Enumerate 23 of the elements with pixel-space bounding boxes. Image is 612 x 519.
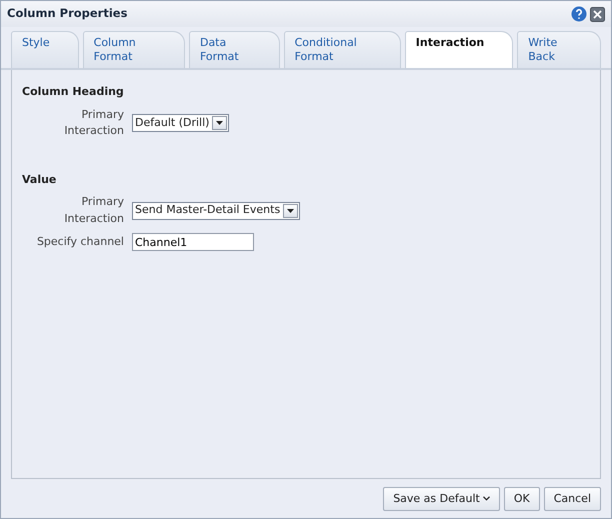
window-title: Column Properties — [7, 5, 128, 22]
caret-icon — [216, 121, 224, 125]
section-heading: Value — [22, 172, 58, 188]
menu-button[interactable]: Save as Default — [383, 486, 500, 511]
field-label: Primary Interaction — [63, 194, 125, 226]
chevron-down-icon — [482, 496, 490, 502]
input-field[interactable]: Channel1 — [132, 233, 254, 251]
close-icon[interactable] — [590, 6, 605, 22]
button[interactable]: OK — [504, 486, 540, 511]
dropdown[interactable]: Default (Drill) — [132, 114, 230, 132]
dropdown[interactable]: Send Master-Detail Events — [132, 202, 300, 220]
tab[interactable]: Data Format — [188, 31, 280, 68]
tab[interactable]: Column Format — [82, 31, 185, 68]
tab[interactable]: Interaction — [404, 31, 514, 68]
field-label: Primary Interaction — [63, 106, 125, 139]
help-icon[interactable] — [571, 6, 588, 22]
caret-icon — [287, 208, 294, 212]
tab[interactable]: Style — [11, 31, 79, 68]
tab[interactable]: Write Back — [517, 31, 601, 68]
button[interactable]: Cancel — [544, 486, 601, 511]
field-label: Specify channel — [36, 234, 125, 250]
tab[interactable]: Conditional Format — [284, 31, 401, 68]
section-heading: Column Heading — [22, 84, 125, 100]
